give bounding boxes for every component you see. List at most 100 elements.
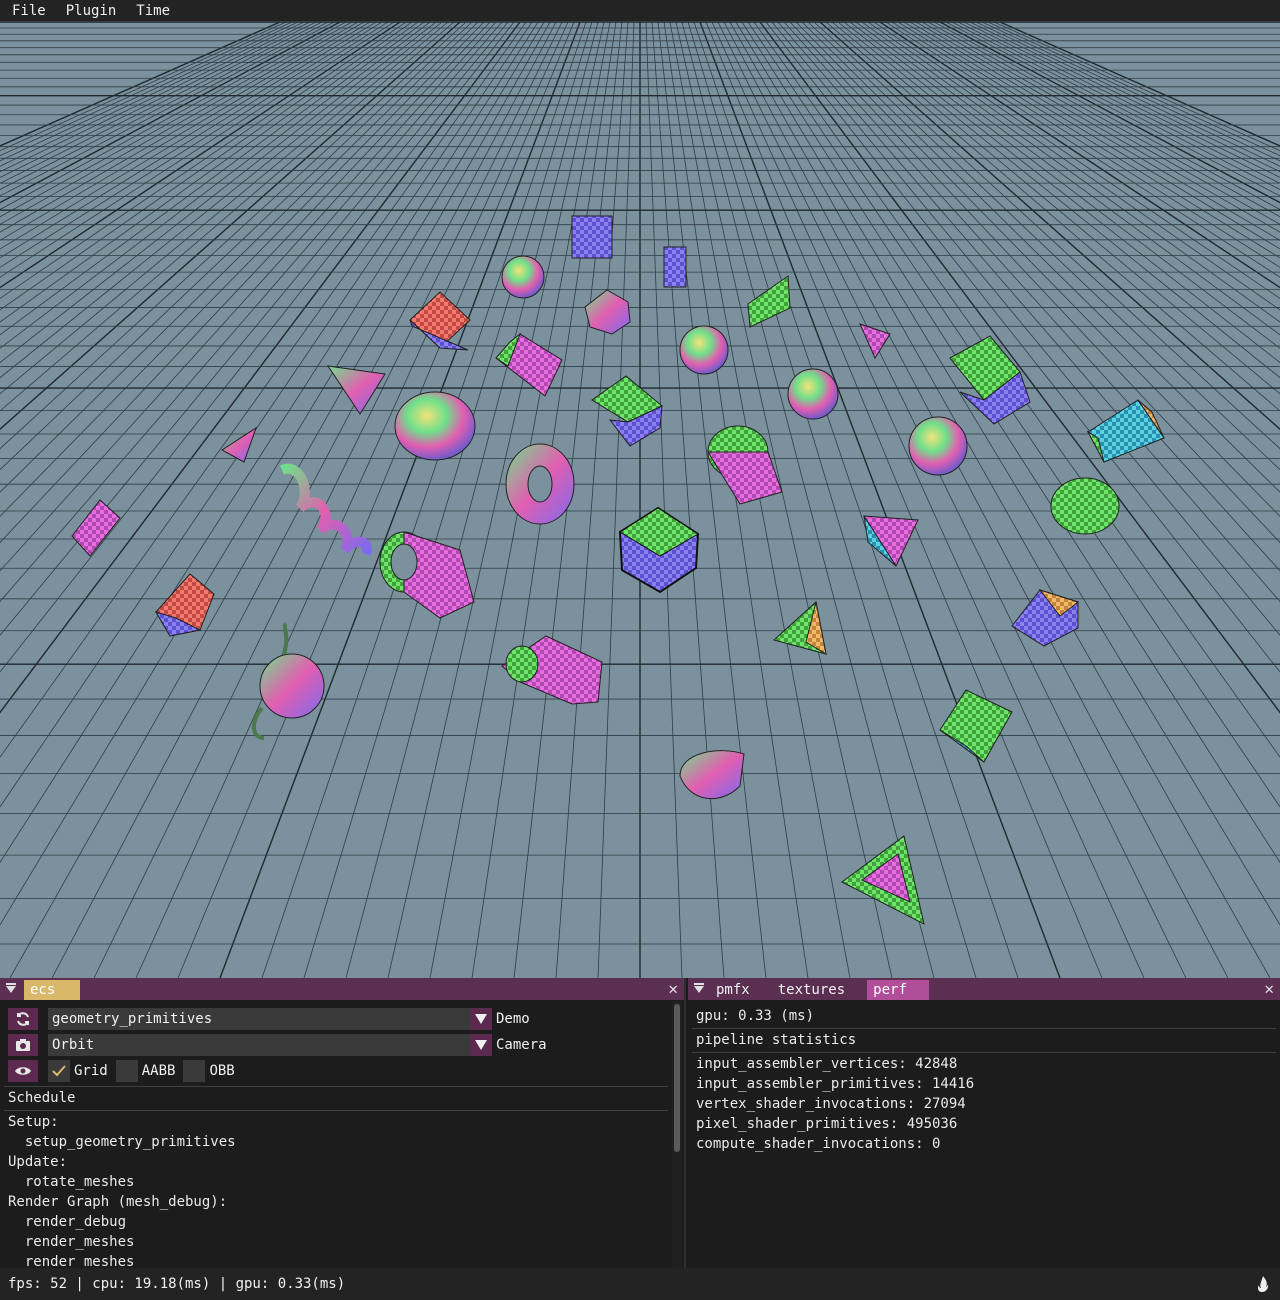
grid-line bbox=[0, 22, 497, 572]
menu-time[interactable]: Time bbox=[128, 0, 178, 22]
mesh-octa-right[interactable] bbox=[1011, 589, 1080, 647]
camera-button[interactable] bbox=[8, 1034, 38, 1056]
mesh-wedge-left[interactable] bbox=[409, 291, 471, 351]
grid-line bbox=[0, 22, 491, 544]
mesh-cylinder-rainbow[interactable] bbox=[394, 391, 476, 461]
schedule-line: render_debug bbox=[8, 1214, 127, 1230]
perf-panel: pmfx textures perf ✕ gpu: 0.33 (ms) pipe… bbox=[688, 978, 1280, 1268]
scene-canvas[interactable] bbox=[0, 22, 1280, 978]
mesh-checker-cube-top[interactable] bbox=[571, 215, 613, 259]
divider bbox=[4, 1110, 668, 1111]
grid-line bbox=[0, 22, 299, 162]
mesh-dodecahedron[interactable] bbox=[584, 289, 631, 335]
mesh-sphere-dark[interactable] bbox=[908, 416, 968, 476]
mesh-thin-box[interactable] bbox=[663, 246, 687, 288]
tab-perf[interactable]: perf bbox=[867, 980, 930, 1000]
close-icon[interactable]: ✕ bbox=[668, 980, 678, 998]
mesh-quarter-sphere[interactable] bbox=[679, 750, 745, 800]
demo-select-value: geometry_primitives bbox=[52, 1011, 213, 1027]
mesh-disc[interactable] bbox=[1050, 477, 1120, 535]
schedule-line: render_meshes bbox=[8, 1254, 135, 1268]
collapse-menu-icon[interactable] bbox=[0, 978, 22, 1000]
grid-line bbox=[0, 22, 509, 636]
grid-line bbox=[999, 22, 1280, 147]
stats-header: pipeline statistics bbox=[696, 1032, 857, 1048]
flame-icon bbox=[1256, 1275, 1270, 1297]
grid-line bbox=[981, 22, 1280, 162]
scene-row: geometry_primitives Demo bbox=[8, 1008, 530, 1030]
mesh-wedge-small[interactable] bbox=[154, 573, 215, 637]
grid-line bbox=[651, 22, 725, 978]
mesh-cube-green[interactable] bbox=[591, 375, 663, 447]
grid-line bbox=[0, 22, 533, 808]
chevron-down-icon[interactable] bbox=[470, 1008, 492, 1030]
mesh-half-pipe[interactable] bbox=[501, 635, 603, 705]
grid-line bbox=[645, 22, 683, 978]
schedule-line: Update: bbox=[8, 1154, 68, 1170]
grid-line bbox=[687, 22, 977, 978]
grid-line bbox=[663, 22, 809, 978]
mesh-pyramid-small[interactable] bbox=[221, 426, 257, 463]
mesh-rounded-cube[interactable] bbox=[618, 506, 700, 594]
mesh-triangle-frame[interactable] bbox=[841, 835, 925, 925]
refresh-icon bbox=[17, 1012, 29, 1026]
scrollbar-thumb[interactable] bbox=[674, 1004, 680, 1152]
divider bbox=[692, 1028, 1276, 1029]
mesh-sphere-mid[interactable] bbox=[679, 325, 729, 375]
grid-line bbox=[0, 22, 455, 412]
close-icon[interactable]: ✕ bbox=[1264, 980, 1274, 998]
checkmark-icon bbox=[52, 1065, 66, 1077]
grid-line bbox=[0, 22, 293, 157]
mesh-cylinder-green[interactable] bbox=[707, 425, 783, 505]
mesh-teapot[interactable] bbox=[252, 622, 325, 740]
grid-line bbox=[0, 22, 449, 395]
grid-line bbox=[0, 22, 503, 603]
tab-ecs[interactable]: ecs bbox=[24, 980, 80, 1000]
mesh-icosphere-small[interactable] bbox=[501, 255, 545, 299]
grid-line bbox=[771, 22, 1280, 636]
scrollbar[interactable] bbox=[672, 1002, 682, 1268]
eye-icon bbox=[15, 1067, 31, 1075]
mesh-box-pink[interactable] bbox=[495, 332, 563, 397]
status-text: fps: 52 | cpu: 19.18(ms) | gpu: 0.33(ms) bbox=[8, 1276, 346, 1292]
tab-textures[interactable]: textures bbox=[772, 980, 851, 1000]
mesh-tetra-right[interactable] bbox=[863, 515, 919, 568]
mesh-cone[interactable] bbox=[326, 365, 386, 415]
mesh-tetra-green[interactable] bbox=[772, 601, 827, 656]
grid-line bbox=[0, 22, 305, 167]
divider bbox=[692, 1052, 1276, 1053]
grid-line bbox=[0, 22, 341, 204]
mesh-octa-bottom[interactable] bbox=[939, 689, 1013, 763]
grid-checkbox[interactable] bbox=[48, 1060, 70, 1082]
camera-row: Orbit Camera bbox=[8, 1034, 547, 1056]
mesh-prism-left[interactable] bbox=[71, 499, 121, 557]
stat-line: input_assembler_vertices: 42848 bbox=[696, 1056, 958, 1072]
divider bbox=[4, 1086, 668, 1087]
mesh-green-plane[interactable] bbox=[747, 275, 791, 328]
grid-line bbox=[0, 22, 479, 493]
grid-line bbox=[987, 22, 1280, 157]
mesh-octahedron[interactable] bbox=[1086, 399, 1165, 463]
menu-plugin[interactable]: Plugin bbox=[58, 0, 125, 22]
obb-checkbox[interactable] bbox=[183, 1060, 206, 1082]
camera-select-value: Orbit bbox=[52, 1037, 95, 1053]
demo-select[interactable]: geometry_primitives bbox=[48, 1008, 492, 1030]
aabb-checkbox[interactable] bbox=[115, 1060, 138, 1082]
schedule-line: setup_geometry_primitives bbox=[8, 1134, 236, 1150]
menu-bar: File Plugin Time bbox=[0, 0, 1280, 22]
grid-label: Grid bbox=[74, 1063, 108, 1079]
tab-pmfx[interactable]: pmfx bbox=[710, 980, 756, 1000]
grid-line bbox=[801, 22, 1280, 493]
visibility-button[interactable] bbox=[8, 1060, 38, 1082]
mesh-torus[interactable] bbox=[505, 443, 575, 525]
collapse-menu-icon[interactable] bbox=[688, 978, 710, 1000]
camera-select[interactable]: Orbit bbox=[48, 1034, 492, 1056]
chevron-down-icon[interactable] bbox=[470, 1034, 492, 1056]
visibility-row: Grid AABB OBB bbox=[8, 1060, 243, 1082]
menu-file[interactable]: File bbox=[4, 0, 54, 22]
scene-viewport[interactable] bbox=[0, 22, 1280, 978]
reload-button[interactable] bbox=[8, 1008, 38, 1030]
mesh-sphere-right[interactable] bbox=[787, 368, 839, 420]
grid-line bbox=[789, 22, 1280, 544]
grid-line bbox=[0, 22, 287, 152]
